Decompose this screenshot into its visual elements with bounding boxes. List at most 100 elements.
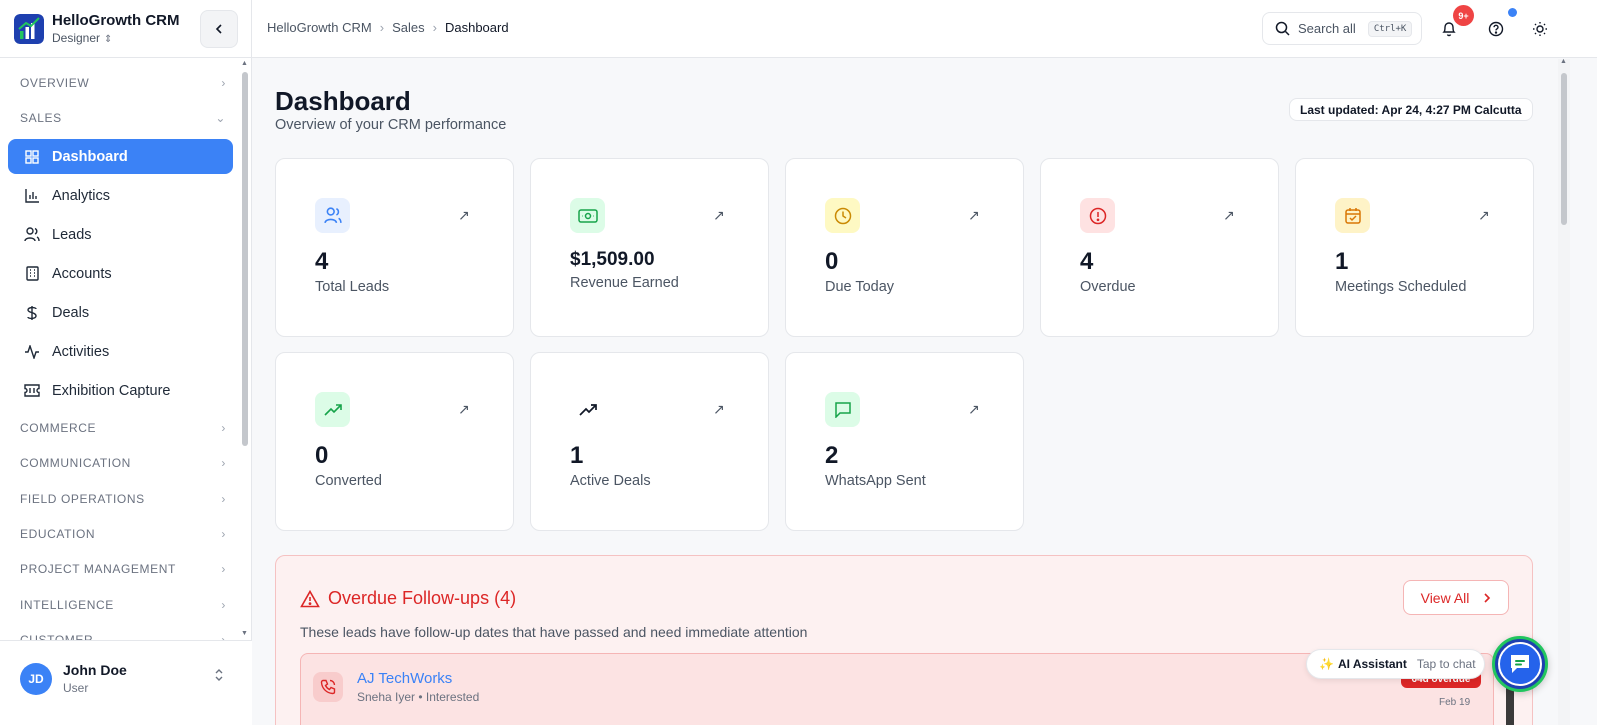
- sparkles-icon: ✨: [1319, 657, 1334, 671]
- breadcrumb-separator: ›: [432, 20, 437, 35]
- stat-label: Revenue Earned: [570, 275, 679, 291]
- message-square-icon: [825, 392, 860, 427]
- stat-card-meetings-scheduled[interactable]: ↗ 1 Meetings Scheduled: [1295, 158, 1534, 337]
- stat-label: Total Leads: [315, 279, 390, 295]
- view-all-button[interactable]: View All: [1403, 580, 1509, 615]
- sidebar-item-exhibition-capture[interactable]: Exhibition Capture: [8, 373, 233, 408]
- stat-value: 4: [315, 248, 329, 275]
- sidebar-nav: OVERVIEW › SALES ⌄ Dashboard Analytics Lea…: [0, 62, 245, 642]
- scroll-down-arrow-icon[interactable]: ▼: [241, 630, 248, 637]
- avatar: JD: [20, 663, 52, 695]
- sidebar-item-analytics[interactable]: Analytics: [8, 178, 233, 213]
- alert-circle-icon: [1080, 198, 1115, 233]
- help-button[interactable]: [1485, 18, 1507, 40]
- nav-section-field-operations[interactable]: FIELD OPERATIONS ›: [20, 484, 226, 514]
- chevron-right-icon: ›: [221, 456, 226, 470]
- arrow-up-right-icon: ↗: [458, 401, 470, 417]
- arrow-up-right-icon: ↗: [713, 401, 725, 417]
- calendar-check-icon: [1335, 198, 1370, 233]
- page-scrollbar-thumb[interactable]: [1561, 73, 1567, 225]
- chevron-right-icon: [1484, 592, 1491, 603]
- sidebar: HelloGrowth CRM Designer ⇕ OVERVIEW › SALE…: [0, 0, 252, 725]
- breadcrumb-sales[interactable]: Sales: [392, 20, 425, 35]
- brand-logo-icon: [14, 14, 44, 44]
- scroll-up-arrow-icon[interactable]: ▲: [1560, 58, 1567, 65]
- layout-grid-icon: [24, 149, 40, 165]
- nav-section-education[interactable]: EDUCATION ›: [20, 519, 226, 549]
- trending-up-icon: [570, 392, 605, 427]
- stat-label: Meetings Scheduled: [1335, 279, 1467, 295]
- search-label: Search all: [1298, 21, 1356, 36]
- page-title: Dashboard: [275, 86, 411, 116]
- bell-icon: [1442, 22, 1456, 37]
- stat-card-due-today[interactable]: ↗ 0 Due Today: [785, 158, 1024, 337]
- stat-card-overdue[interactable]: ↗ 4 Overdue: [1040, 158, 1279, 337]
- brand-header: HelloGrowth CRM Designer ⇕: [0, 0, 252, 58]
- sidebar-item-activities[interactable]: Activities: [8, 334, 233, 369]
- stat-value: 0: [315, 442, 329, 469]
- stat-card-whatsapp-sent[interactable]: ↗ 2 WhatsApp Sent: [785, 352, 1024, 531]
- sidebar-item-dashboard[interactable]: Dashboard: [8, 139, 233, 174]
- top-bar: HelloGrowth CRM › Sales › Dashboard Sear…: [252, 0, 1597, 58]
- stat-label: WhatsApp Sent: [825, 473, 926, 489]
- nav-section-project-management[interactable]: PROJECT MANAGEMENT ›: [20, 554, 226, 584]
- ai-assistant-prompt[interactable]: ✨ AI Assistant Tap to chat: [1306, 649, 1485, 679]
- lead-followup-date: Feb 19: [1439, 697, 1471, 708]
- stat-label: Due Today: [825, 279, 895, 295]
- sun-icon: [1533, 22, 1547, 36]
- sidebar-scrollbar[interactable]: ▲ ▼: [241, 60, 248, 642]
- last-updated-badge: Last updated: Apr 24, 4:27 PM Calcutta: [1289, 98, 1533, 121]
- breadcrumb-root[interactable]: HelloGrowth CRM: [267, 20, 372, 35]
- user-menu[interactable]: JD John Doe User: [0, 640, 252, 725]
- theme-toggle-button[interactable]: [1529, 18, 1551, 40]
- stat-label: Active Deals: [570, 473, 651, 489]
- nav-section-intelligence[interactable]: INTELLIGENCE ›: [20, 590, 226, 620]
- sidebar-item-leads[interactable]: Leads: [8, 217, 233, 252]
- users-icon: [315, 198, 350, 233]
- nav-section-communication[interactable]: COMMUNICATION ›: [20, 448, 226, 478]
- lead-name-link[interactable]: AJ TechWorks: [357, 670, 452, 687]
- ai-assistant-button[interactable]: [1492, 636, 1548, 692]
- stat-card-total-leads[interactable]: ↗ 4 Total Leads: [275, 158, 514, 337]
- sidebar-item-accounts[interactable]: Accounts: [8, 256, 233, 291]
- page-scrollbar[interactable]: ▲: [1558, 58, 1570, 725]
- chevron-down-icon: ⌄: [215, 111, 226, 125]
- stat-label: Overdue: [1080, 279, 1136, 295]
- sidebar-scrollbar-thumb[interactable]: [242, 72, 248, 446]
- chevron-right-icon: ›: [221, 598, 226, 612]
- dollar-icon: [24, 305, 40, 321]
- breadcrumb-separator: ›: [379, 20, 385, 35]
- arrow-up-right-icon: ↗: [968, 207, 980, 223]
- stat-card-revenue-earned[interactable]: ↗ $1,509.00 Revenue Earned: [530, 158, 769, 337]
- ai-assistant-title: AI Assistant: [1337, 657, 1407, 671]
- nav-section-overview[interactable]: OVERVIEW ›: [20, 68, 226, 98]
- ai-assistant-logo-icon: [1498, 642, 1542, 686]
- sidebar-item-deals[interactable]: Deals: [8, 295, 233, 330]
- stat-card-active-deals[interactable]: ↗ 1 Active Deals: [530, 352, 769, 531]
- activity-icon: [24, 344, 40, 360]
- stat-card-converted[interactable]: ↗ 0 Converted: [275, 352, 514, 531]
- arrow-up-right-icon: ↗: [713, 207, 725, 223]
- arrow-up-right-icon: ↗: [458, 207, 470, 223]
- search-button[interactable]: Search all Ctrl+K: [1262, 12, 1422, 45]
- user-role: User: [63, 681, 89, 695]
- collapse-sidebar-button[interactable]: [200, 10, 238, 48]
- phone-call-icon: [313, 672, 343, 702]
- overdue-followups-panel: Overdue Follow-ups (4) These leads have …: [275, 555, 1533, 725]
- scroll-up-arrow-icon[interactable]: ▲: [241, 60, 248, 67]
- nav-section-commerce[interactable]: COMMERCE ›: [20, 413, 226, 443]
- notification-count-badge: 9+: [1453, 5, 1474, 26]
- search-icon: [1275, 21, 1290, 36]
- bar-chart-icon: [24, 188, 40, 204]
- chevron-right-icon: ›: [221, 492, 226, 506]
- trending-up-icon: [315, 392, 350, 427]
- nav-section-sales[interactable]: SALES ⌄: [20, 103, 226, 133]
- workspace-switcher[interactable]: Designer ⇕: [52, 31, 112, 45]
- building-icon: [24, 266, 40, 282]
- stat-value: 0: [825, 248, 839, 275]
- chevrons-up-down-icon: ⇕: [104, 34, 113, 45]
- arrow-up-right-icon: ↗: [968, 401, 980, 417]
- chevron-right-icon: ›: [221, 421, 226, 435]
- main-content: Dashboard Overview of your CRM performan…: [252, 59, 1558, 725]
- overdue-title: Overdue Follow-ups (4): [300, 588, 516, 609]
